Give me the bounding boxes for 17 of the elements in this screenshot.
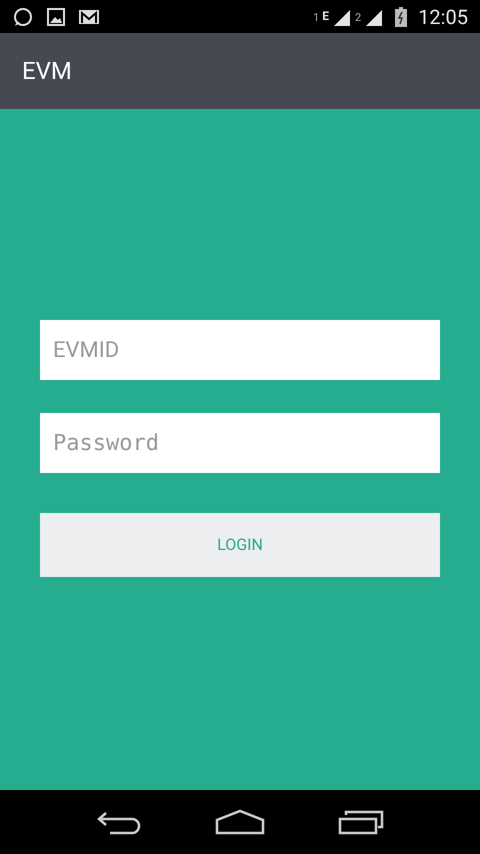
image-icon <box>46 6 66 26</box>
recent-apps-icon[interactable] <box>338 809 384 835</box>
back-icon[interactable] <box>96 809 142 835</box>
input-field[interactable]: EVMID <box>40 320 440 380</box>
mail-icon <box>78 8 100 26</box>
network-type: E <box>322 8 329 24</box>
signal-icon <box>364 8 384 26</box>
sim-label: 2 <box>355 10 362 26</box>
app-title: EVM <box>22 56 72 87</box>
login-button[interactable]: LOGIN <box>40 513 440 577</box>
home-icon[interactable] <box>214 809 265 835</box>
password-field[interactable]: Password <box>40 413 440 473</box>
clock: 12:05 <box>418 6 468 26</box>
chat-icon <box>12 6 34 28</box>
signal-icon <box>332 8 352 26</box>
battery-icon <box>395 6 408 26</box>
sim-label: 1 <box>313 10 320 26</box>
